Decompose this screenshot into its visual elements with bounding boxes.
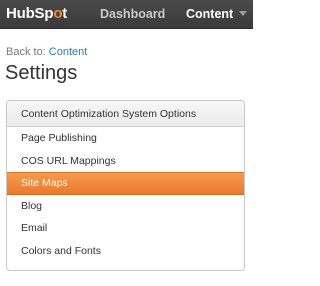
logo-text-part-1: HubSp — [6, 5, 54, 22]
menu-item-colors-and-fonts[interactable]: Colors and Fonts — [7, 240, 244, 263]
menu-item-email[interactable]: Email — [7, 217, 244, 240]
menu-item-blog[interactable]: Blog — [7, 195, 244, 218]
logo-spot-letter: o — [53, 5, 63, 22]
nav-dashboard[interactable]: Dashboard — [100, 7, 165, 21]
nav-dashboard-label: Dashboard — [100, 7, 166, 21]
nav-content-label: Content — [186, 7, 234, 21]
nav-content-menu[interactable]: Content — [186, 7, 248, 21]
chevron-down-icon — [239, 11, 248, 17]
panel-header: Content Optimization System Options — [7, 101, 244, 127]
menu-item-cos-url-mappings[interactable]: COS URL Mappings — [7, 150, 244, 173]
page-title: Settings — [5, 62, 78, 84]
menu-item-site-maps[interactable]: Site Maps — [7, 172, 244, 195]
hubspot-logo[interactable]: HubSpot — [6, 5, 67, 22]
menu-item-page-publishing[interactable]: Page Publishing — [7, 127, 244, 150]
breadcrumb: Back to: Content — [6, 46, 87, 58]
back-to-content-link[interactable]: Content — [49, 46, 88, 58]
breadcrumb-prefix: Back to: — [6, 46, 49, 58]
cos-options-panel: Content Optimization System Options Page… — [6, 100, 245, 271]
logo-text-part-2: t — [62, 5, 68, 22]
top-navigation-bar: HubSpot Dashboard Content — [0, 0, 253, 29]
